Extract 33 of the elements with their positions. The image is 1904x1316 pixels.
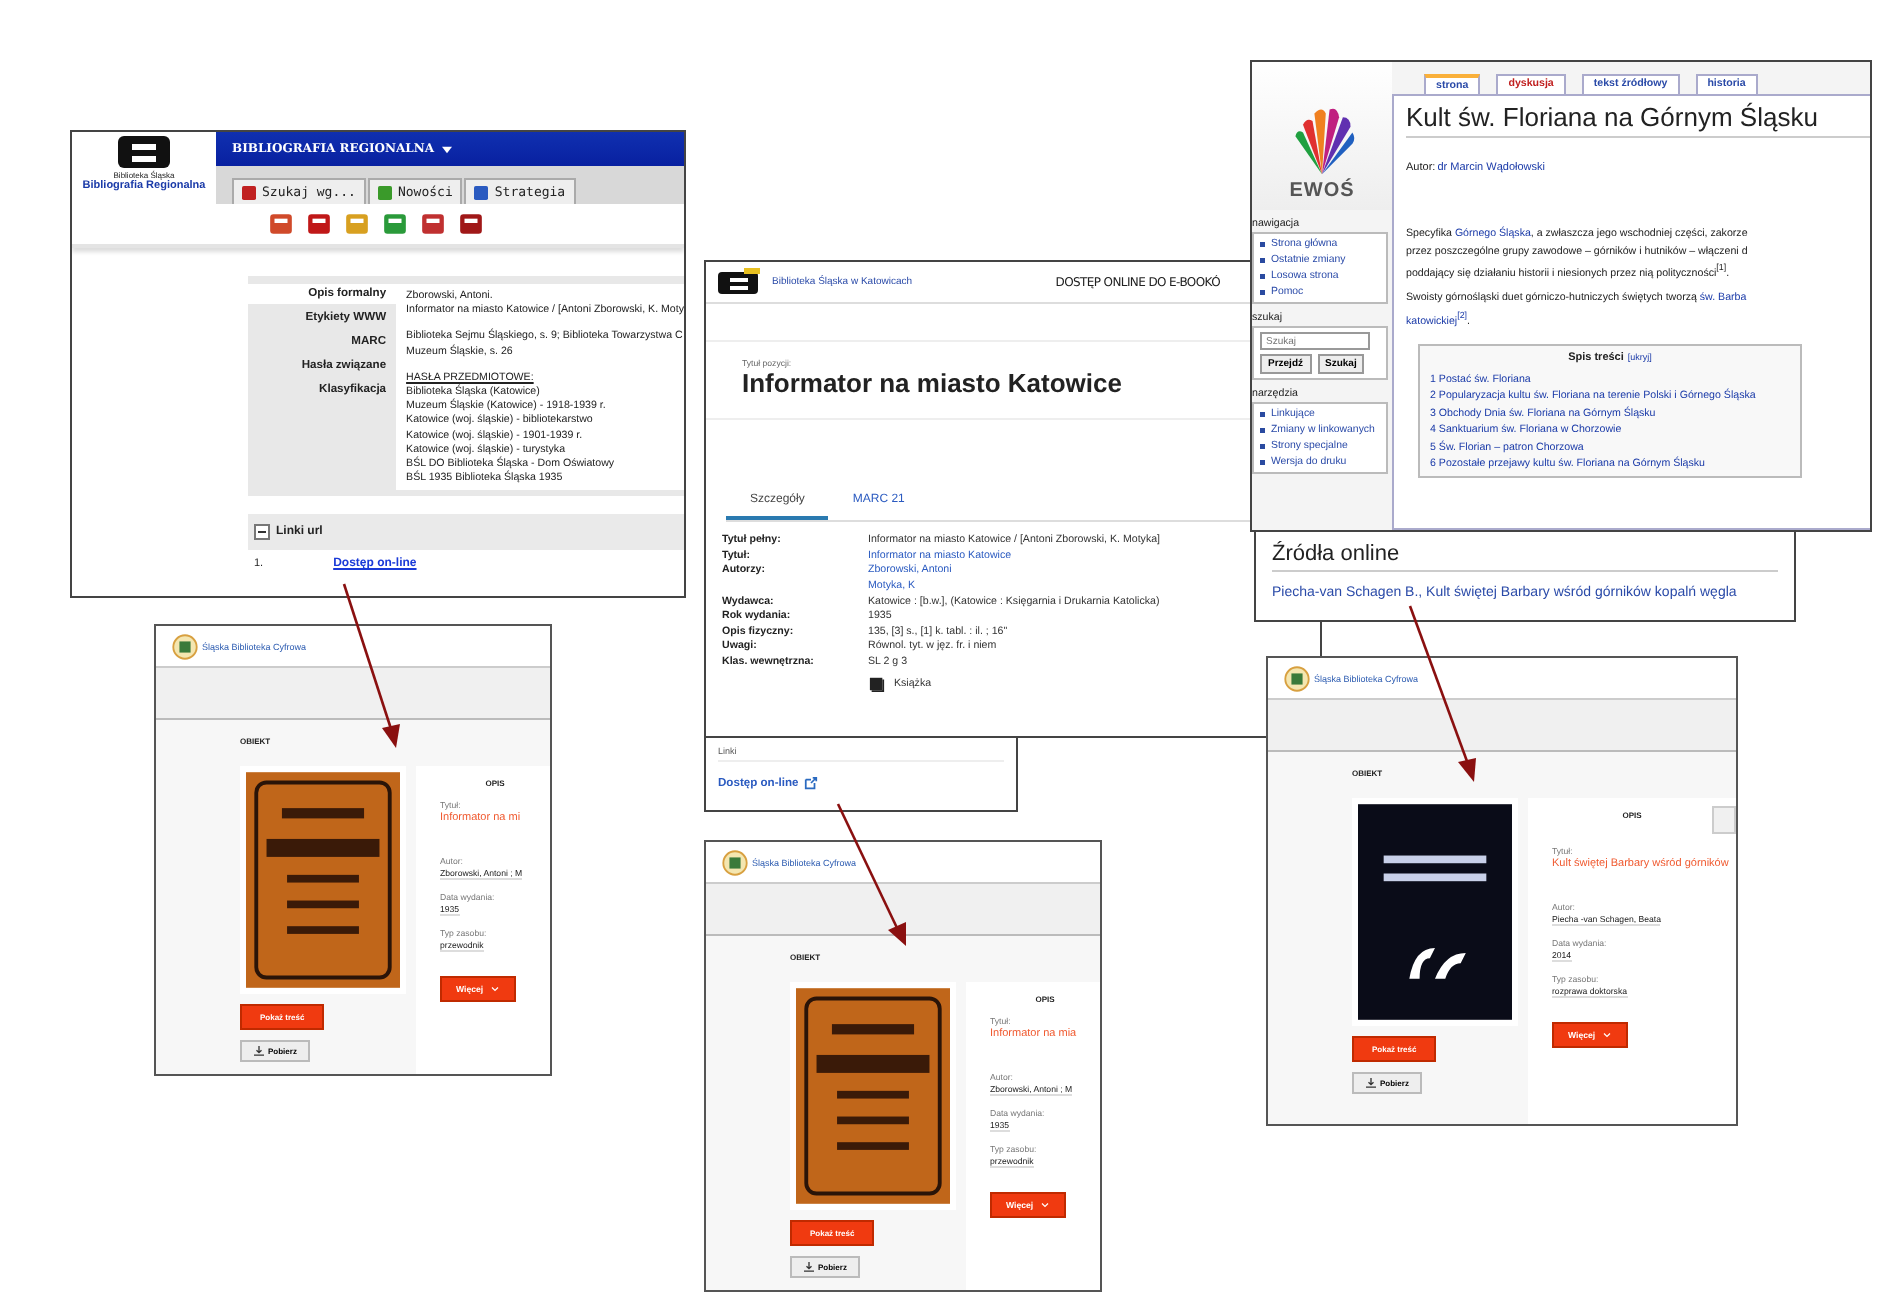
toolbar-icon[interactable] <box>382 210 408 236</box>
toolbar-icon[interactable] <box>420 210 446 236</box>
library-logo-icon <box>722 849 748 875</box>
book-icon <box>868 676 886 692</box>
download-icon <box>254 1046 264 1056</box>
caret-icon <box>1601 1032 1612 1038</box>
library-logo-icon <box>1284 665 1310 691</box>
bullet-icon <box>1260 412 1265 417</box>
toolbar-icon[interactable] <box>268 210 294 236</box>
bullet-icon <box>1260 460 1265 465</box>
caret-icon <box>1039 1202 1050 1208</box>
bullet-icon <box>1260 242 1265 247</box>
external-link-icon[interactable] <box>804 776 819 790</box>
article-title: Kult św. Floriana na Górnym Śląsku <box>1406 102 1870 138</box>
tab-icon <box>377 185 392 199</box>
bullet-icon <box>1260 428 1265 433</box>
caret-icon <box>489 986 500 992</box>
tab-icon <box>242 185 256 199</box>
toolbar-icon[interactable] <box>306 210 332 236</box>
record-title: Informator na miasto Katowice <box>742 368 1122 398</box>
caret-icon[interactable] <box>442 145 452 153</box>
download-icon <box>804 1262 814 1272</box>
toolbar-icon[interactable] <box>458 210 484 236</box>
sources-heading: Źródła online <box>1272 542 1778 572</box>
logo-text: EWOŚ <box>1289 180 1355 202</box>
collapse-icon[interactable] <box>254 524 270 541</box>
download-icon <box>1366 1078 1376 1088</box>
tab-icon <box>474 185 489 199</box>
bullet-icon <box>1260 444 1265 449</box>
library-logo-icon <box>716 268 764 296</box>
bullet-icon <box>1260 274 1265 279</box>
bullet-icon <box>1260 290 1265 295</box>
library-logo-icon <box>172 633 198 659</box>
